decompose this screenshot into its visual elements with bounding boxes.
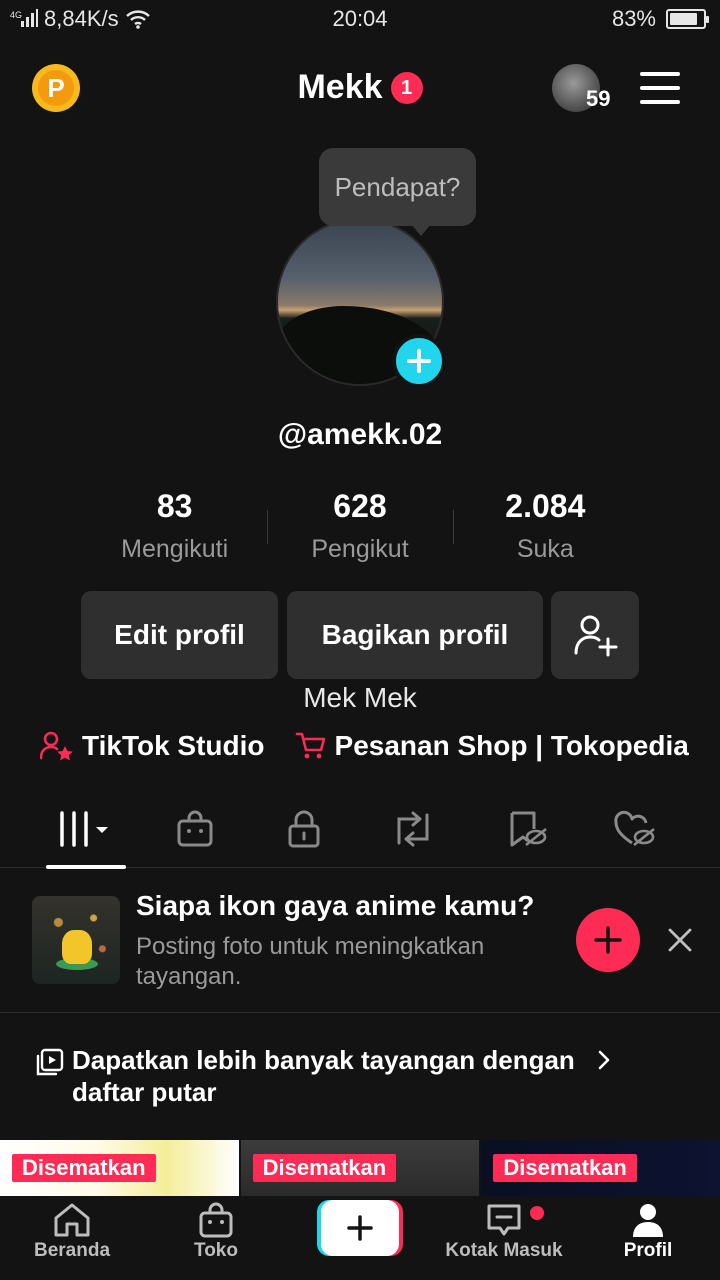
- tiktok-studio-link[interactable]: TikTok Studio: [40, 730, 265, 762]
- home-icon: [54, 1203, 90, 1237]
- grid-bars-icon: [60, 811, 108, 847]
- cart-icon: [295, 732, 325, 759]
- stat-value: 628: [333, 488, 387, 524]
- tab-liked[interactable]: [594, 790, 674, 868]
- battery-percent: 83%: [611, 6, 656, 31]
- pinned-badge: Disematkan: [493, 1154, 637, 1182]
- nav-profile[interactable]: Profil: [576, 1202, 720, 1262]
- creator-star-icon: [40, 731, 73, 761]
- content-tabs: [0, 790, 720, 869]
- nav-shop[interactable]: Toko: [144, 1202, 288, 1262]
- inbox-icon: [487, 1204, 521, 1236]
- playlist-promo-text: Dapatkan lebih banyak tayangan dengan da…: [72, 1045, 575, 1107]
- nav-inbox[interactable]: Kotak Masuk: [432, 1202, 576, 1262]
- edit-profile-button[interactable]: Edit profil: [81, 591, 278, 679]
- profile-links: TikTok Studio Pesanan Shop | Tokopedia: [40, 730, 689, 762]
- nav-profile-label: Profil: [623, 1240, 673, 1261]
- account-count-badge: 59: [586, 86, 611, 111]
- video-thumbnail[interactable]: Disematkan: [240, 1140, 480, 1196]
- suggestion-subtitle: Posting foto untuk meningkatkan tayangan…: [136, 933, 485, 990]
- stat-value: 83: [156, 488, 193, 524]
- pinned-badge: Disematkan: [252, 1154, 397, 1182]
- tab-videos[interactable]: [46, 790, 126, 869]
- shop-orders-link[interactable]: Pesanan Shop | Tokopedia: [295, 730, 689, 762]
- nav-shop-label: Toko: [194, 1240, 238, 1261]
- stat-label: Suka: [516, 535, 574, 563]
- notification-badge: 1: [390, 71, 423, 104]
- battery-icon: [666, 9, 709, 29]
- plus-icon: [594, 926, 622, 954]
- note-tooltip[interactable]: Pendapat?: [319, 148, 476, 236]
- stat-label: Mengikuti: [121, 535, 229, 563]
- stat-following[interactable]: 83 Mengikuti: [82, 488, 267, 568]
- video-thumbnail[interactable]: Disematkan: [481, 1140, 720, 1196]
- shop-orders-label: Pesanan Shop | Tokopedia: [334, 730, 689, 761]
- playlist-icon: [36, 1048, 64, 1076]
- header-title-area[interactable]: Mekk 1: [0, 68, 720, 107]
- add-avatar-button[interactable]: [392, 334, 446, 388]
- plus-icon: [347, 1215, 373, 1241]
- profile-stats: 83 Mengikuti 628 Pengikut 2.084 Suka: [82, 488, 638, 568]
- nav-home-label: Beranda: [33, 1240, 111, 1261]
- hamburger-menu-icon[interactable]: [640, 72, 680, 104]
- nav-inbox-label: Kotak Masuk: [445, 1240, 563, 1261]
- chevron-right-icon: [598, 1050, 610, 1070]
- stat-label: Pengikut: [311, 535, 409, 563]
- stat-followers[interactable]: 628 Pengikut: [267, 488, 452, 568]
- plus-icon: [407, 349, 431, 373]
- battery-fill: [670, 13, 697, 25]
- share-profile-button[interactable]: Bagikan profil: [287, 591, 543, 679]
- stat-value: 2.084: [505, 488, 586, 524]
- tiktok-studio-label: TikTok Studio: [82, 730, 265, 761]
- create-post-button[interactable]: [317, 1200, 403, 1256]
- shopping-bag-icon: [177, 810, 213, 847]
- tab-private[interactable]: [264, 790, 344, 868]
- nav-home[interactable]: Beranda: [0, 1202, 144, 1262]
- profile-icon: [633, 1204, 663, 1237]
- pinned-badge: Disematkan: [12, 1154, 156, 1182]
- video-thumbnail[interactable]: Disematkan: [0, 1140, 239, 1196]
- bio-text: Mek Mek: [303, 682, 417, 713]
- tab-reposts[interactable]: [373, 790, 453, 868]
- shopping-bag-icon: [199, 1202, 233, 1238]
- video-grid: Disematkan Disematkan Disematkan: [0, 1140, 720, 1196]
- lock-icon: [288, 810, 320, 848]
- hidden-heart-icon: [614, 810, 655, 847]
- playlist-promo[interactable]: Dapatkan lebih banyak tayangan dengan da…: [36, 1044, 636, 1108]
- suggestion-add-button[interactable]: [576, 908, 640, 972]
- add-user-icon: [574, 615, 618, 657]
- suggestion-title: Siapa ikon gaya anime kamu?: [136, 890, 535, 921]
- username: @amekk.02: [277, 418, 443, 451]
- hidden-bookmark-icon: [510, 811, 547, 847]
- tab-shop[interactable]: [155, 790, 235, 868]
- status-bar: 4G 8,84K/s 20:04 83%: [0, 0, 720, 40]
- close-icon[interactable]: [664, 924, 696, 956]
- tab-favorites[interactable]: [486, 790, 566, 868]
- add-friend-button[interactable]: [551, 591, 639, 679]
- page-title: Mekk: [297, 68, 383, 106]
- repost-icon: [397, 811, 429, 847]
- inbox-notification-dot: [530, 1206, 544, 1220]
- suggestion-thumbnail: [32, 896, 120, 984]
- stat-likes[interactable]: 2.084 Suka: [452, 488, 638, 568]
